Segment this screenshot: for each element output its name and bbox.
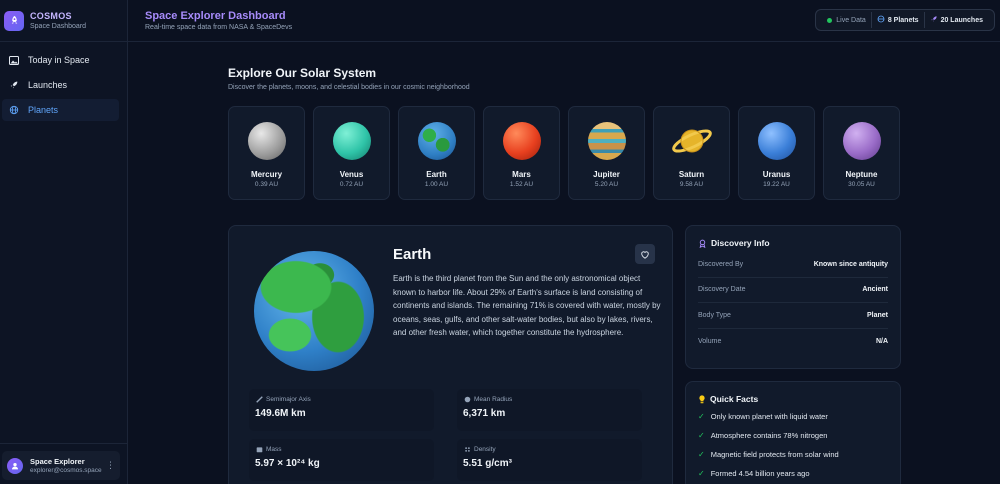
brand-subtitle: Space Dashboard [30, 23, 87, 30]
image-icon [8, 55, 20, 65]
planet-name: Earth [393, 246, 432, 263]
stat-mean-radius: Mean Radius 6,371 km [457, 389, 642, 431]
divider [0, 443, 128, 444]
sidebar: COSMOS Space Dashboard Today in Space La… [0, 0, 128, 484]
avatar [7, 457, 23, 474]
lightbulb-icon [698, 394, 706, 404]
page-title: Space Explorer Dashboard [145, 10, 286, 22]
brand[interactable]: COSMOS Space Dashboard [0, 0, 127, 42]
planet-list: Mercury 0.39 AU Venus 0.72 AU Earth 1.00… [228, 106, 900, 200]
check-icon: ✓ [698, 412, 705, 421]
list-item: ✓ Atmosphere contains 78% nitrogen [698, 431, 828, 440]
planet-card-uranus[interactable]: Uranus 19.22 AU [738, 106, 815, 200]
rocket-logo-icon [4, 10, 24, 31]
live-dot-icon [827, 17, 833, 23]
earth-icon [417, 122, 456, 160]
density-icon [463, 445, 471, 453]
list-item: ✓ Magnetic field protects from solar wind [698, 450, 839, 459]
list-item: ✓ Formed 4.54 billion years ago [698, 469, 810, 478]
brand-name: COSMOS [30, 11, 72, 21]
jupiter-icon [587, 122, 626, 160]
venus-icon [332, 122, 371, 160]
heart-icon [641, 250, 649, 259]
card-title: Quick Facts [710, 394, 759, 404]
stat-mass: Mass 5.97 × 10²⁴ kg [249, 439, 434, 481]
stat-density: Density 5.51 g/cm³ [457, 439, 642, 481]
info-row: Discovered By Known since antiquity [698, 252, 888, 278]
more-vertical-icon[interactable]: ⋮ [106, 460, 115, 471]
user-email: explorer@cosmos.space [30, 467, 102, 474]
sidebar-item-label: Planets [28, 105, 59, 115]
stat-value: 5.97 × 10²⁴ kg [255, 458, 320, 469]
rocket-icon [930, 15, 938, 25]
check-icon: ✓ [698, 431, 705, 440]
weight-icon [255, 445, 263, 453]
planet-detail-card: Earth Earth is the third planet from the… [228, 225, 673, 484]
favorite-button[interactable] [635, 244, 655, 264]
planet-card-mercury[interactable]: Mercury 0.39 AU [228, 106, 305, 200]
saturn-icon [671, 122, 713, 160]
neptune-icon [842, 122, 881, 160]
planets-count: 8 Planets [870, 12, 924, 28]
planet-card-venus[interactable]: Venus 0.72 AU [313, 106, 390, 200]
user-name: Space Explorer [30, 457, 85, 466]
info-row: Discovery Date Ancient [698, 278, 888, 303]
status-bar: Live Data 8 Planets 20 Launches [815, 9, 995, 31]
launches-count: 20 Launches [923, 12, 988, 28]
sidebar-item-label: Today in Space [28, 55, 90, 65]
section-title: Explore Our Solar System [228, 66, 377, 80]
earth-illustration-icon [254, 251, 374, 371]
globe-icon [877, 15, 885, 25]
sidebar-item-planets[interactable]: Planets [2, 99, 119, 121]
user-card[interactable]: Space Explorer explorer@cosmos.space ⋮ [2, 451, 120, 480]
mars-icon [502, 122, 541, 160]
info-row: Body Type Planet [698, 303, 888, 329]
mercury-icon [247, 122, 286, 160]
quick-facts-card: Quick Facts ✓ Only known planet with liqu… [685, 381, 901, 484]
discovery-info-card: Discovery Info Discovered By Known since … [685, 225, 901, 369]
ruler-icon [255, 395, 263, 403]
check-icon: ✓ [698, 450, 705, 459]
planet-card-mars[interactable]: Mars 1.52 AU [483, 106, 560, 200]
sidebar-nav: Today in Space Launches Planets [0, 42, 127, 121]
list-item: ✓ Only known planet with liquid water [698, 412, 828, 421]
circle-icon [463, 395, 471, 403]
globe-icon [8, 105, 20, 115]
stat-value: 5.51 g/cm³ [463, 458, 512, 469]
top-header: Space Explorer Dashboard Real-time space… [128, 0, 1000, 42]
sidebar-item-label: Launches [28, 80, 68, 90]
planet-card-neptune[interactable]: Neptune 30.05 AU [823, 106, 900, 200]
check-icon: ✓ [698, 469, 705, 478]
planet-card-jupiter[interactable]: Jupiter 5.20 AU [568, 106, 645, 200]
stat-value: 149.6M km [255, 408, 306, 419]
rocket-icon [8, 80, 20, 90]
page-subtitle: Real-time space data from NASA & SpaceDe… [145, 24, 293, 31]
planet-card-saturn[interactable]: Saturn 9.58 AU [653, 106, 730, 200]
live-data-indicator: Live Data [822, 12, 871, 28]
info-row: Volume N/A [698, 337, 888, 345]
uranus-icon [757, 122, 796, 160]
planet-description: Earth is the third planet from the Sun a… [393, 274, 661, 337]
sidebar-item-launches[interactable]: Launches [2, 74, 119, 96]
section-subtitle: Discover the planets, moons, and celesti… [228, 84, 470, 91]
card-title: Discovery Info [711, 238, 770, 248]
stat-value: 6,371 km [463, 408, 506, 419]
sidebar-item-today-in-space[interactable]: Today in Space [2, 49, 119, 71]
planet-card-earth[interactable]: Earth 1.00 AU [398, 106, 475, 200]
award-icon [698, 239, 707, 248]
stat-semimajor-axis: Semimajor Axis 149.6M km [249, 389, 434, 431]
